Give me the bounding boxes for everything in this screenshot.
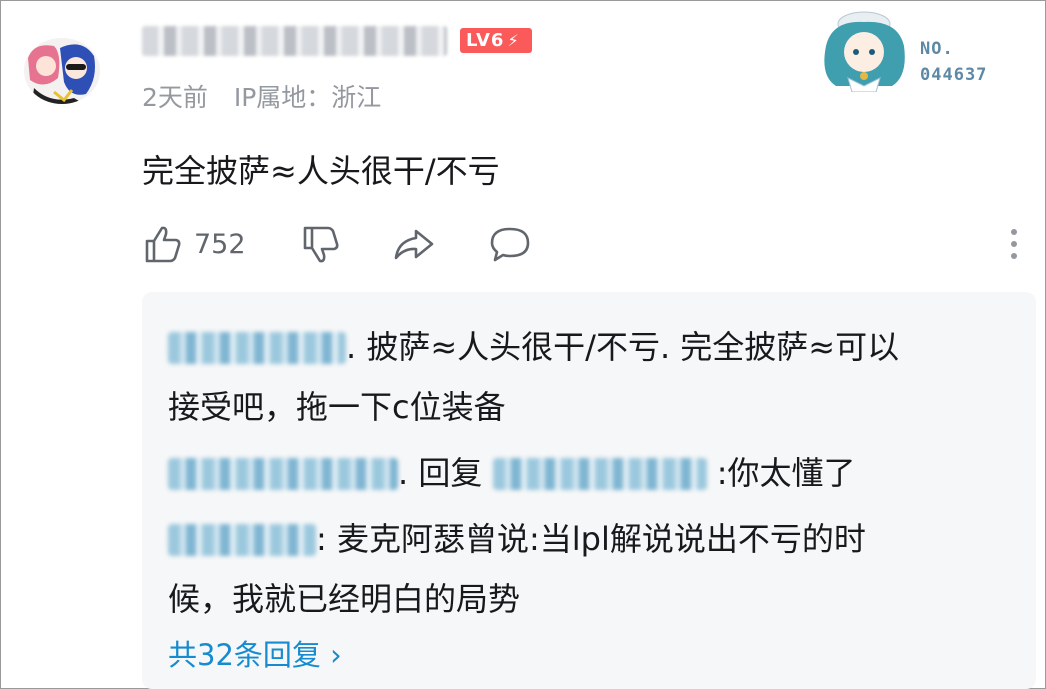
- reply-text: :你太懂了: [706, 454, 856, 492]
- reply-item-continuation: 接受吧，拖一下c位装备: [168, 388, 506, 426]
- reply-username-blurred[interactable]: [168, 524, 316, 556]
- fan-badge-icon[interactable]: [812, 6, 918, 93]
- like-button[interactable]: 752: [142, 220, 246, 268]
- fan-badge-no-value: 044637: [920, 65, 988, 85]
- ip-location: IP属地：浙江: [233, 83, 382, 112]
- like-count: 752: [194, 228, 246, 260]
- lightning-icon: ⚡: [507, 31, 520, 50]
- user-avatar[interactable]: [24, 38, 100, 104]
- level-badge: LV6 ⚡: [460, 28, 532, 53]
- reply-prefix: . 回复: [398, 454, 493, 492]
- reply-item: : 麦克阿瑟曾说:当lpl解说说出不亏的时: [168, 514, 866, 560]
- reply-username-blurred[interactable]: [168, 332, 346, 364]
- username-blurred[interactable]: [142, 26, 447, 56]
- view-all-replies-link[interactable]: 共32条回复 ›: [168, 632, 342, 674]
- reply-target-username-blurred[interactable]: [492, 458, 707, 490]
- reply-username-blurred[interactable]: [168, 458, 398, 490]
- level-label: LV6: [466, 30, 505, 51]
- avatar-illustration: [24, 38, 100, 104]
- reply-item: . 回复 :你太懂了: [168, 448, 856, 494]
- reply-text: . 披萨≈人头很干/不亏. 完全披萨≈可以: [346, 328, 900, 366]
- dislike-button[interactable]: [300, 220, 342, 268]
- reply-item-continuation: 候，我就已经明白的局势: [168, 580, 521, 618]
- reply-button[interactable]: [488, 220, 532, 268]
- thumbs-down-icon: [303, 226, 339, 263]
- more-vertical-icon: [1011, 229, 1017, 259]
- comment-action-bar: 752: [142, 220, 1022, 268]
- comment-bubble-icon: [490, 227, 530, 262]
- reply-item: . 披萨≈人头很干/不亏. 完全披萨≈可以: [168, 322, 899, 368]
- comment-meta: 2天前 IP属地：浙江: [142, 78, 381, 114]
- comment-time: 2天前: [142, 83, 208, 112]
- comment-text: 完全披萨≈人头很干/不亏: [142, 152, 500, 190]
- more-options-button[interactable]: [1004, 220, 1024, 268]
- fan-badge-no-label: NO.: [920, 39, 954, 59]
- reply-preview-box[interactable]: . 披萨≈人头很干/不亏. 完全披萨≈可以 接受吧，拖一下c位装备 . 回复 :…: [142, 292, 1036, 689]
- fan-badge-number: NO. 044637: [920, 36, 987, 88]
- share-icon: [394, 229, 434, 260]
- share-button[interactable]: [392, 220, 436, 268]
- reply-text: : 麦克阿瑟曾说:当lpl解说说出不亏的时: [316, 520, 866, 558]
- thumbs-up-icon: [145, 226, 181, 263]
